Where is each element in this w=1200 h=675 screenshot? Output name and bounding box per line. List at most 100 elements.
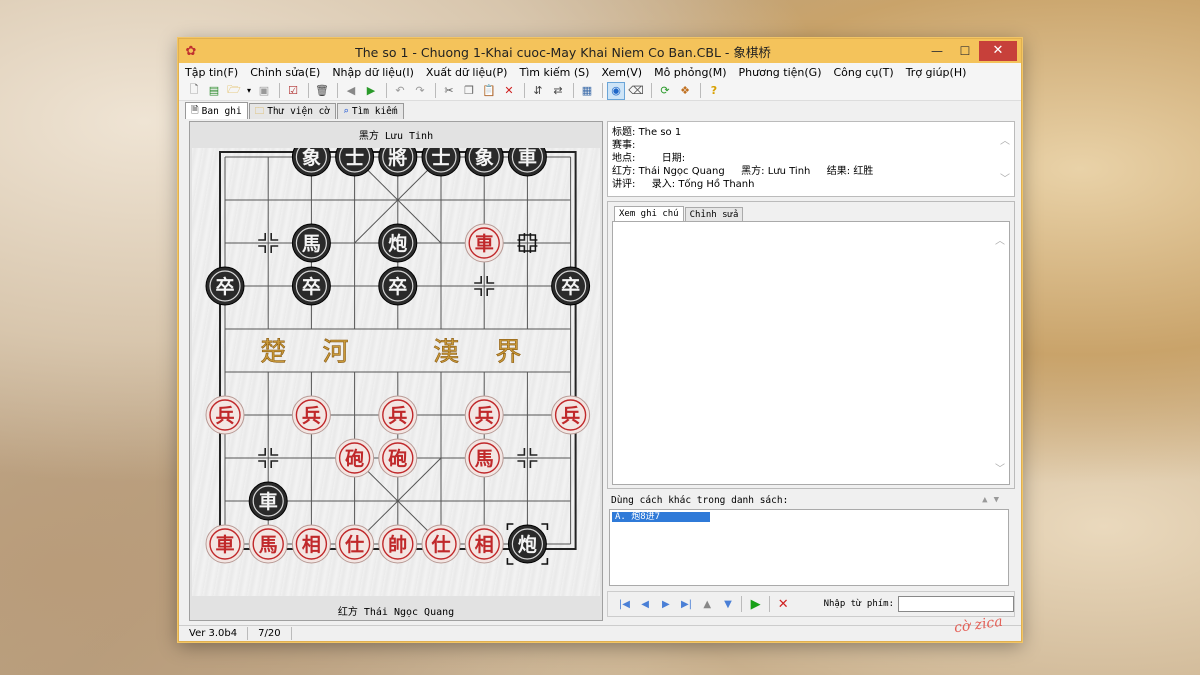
flower-icon[interactable]: ✿ xyxy=(179,44,203,59)
flip-vertical-icon[interactable]: ⇵ xyxy=(529,82,547,100)
play-icon[interactable]: ▶ xyxy=(745,597,766,612)
back-icon[interactable]: ◀ xyxy=(342,82,360,100)
red-piece[interactable]: 砲 xyxy=(378,438,418,478)
engine-icon[interactable]: ◉ xyxy=(607,81,625,100)
black-piece[interactable]: 馬 xyxy=(291,223,331,263)
black-piece[interactable]: 炮 xyxy=(507,524,547,564)
board-svg[interactable]: 楚 河漢 界象士將士象車馬炮車卒卒卒卒兵兵兵兵兵砲砲馬車車馬相仕帥仕相炮 xyxy=(192,148,600,596)
position-marker xyxy=(517,448,526,456)
tab-ban-ghi[interactable]: 🗎 Ban ghi xyxy=(185,102,248,119)
menu-media[interactable]: Phương tiện(G) xyxy=(739,66,822,79)
red-piece[interactable]: 兵 xyxy=(205,395,245,435)
title-bar[interactable]: ✿ The so 1 - Chuong 1-Khai cuoc-May Khai… xyxy=(179,39,1021,63)
keyboard-input[interactable] xyxy=(898,596,1015,612)
menu-file[interactable]: Tập tin(F) xyxy=(185,66,238,79)
maximize-button[interactable]: ☐ xyxy=(951,41,979,61)
open-folder-icon[interactable]: 🗁 xyxy=(225,82,243,100)
notes-tabs: Xem ghi chú Chỉnh sửa xyxy=(614,206,744,221)
analysis-icon[interactable]: ❖ xyxy=(676,82,694,100)
black-piece[interactable]: 車 xyxy=(507,148,547,177)
black-piece[interactable]: 卒 xyxy=(551,266,591,306)
paste-icon[interactable]: 📋 xyxy=(480,82,498,100)
black-piece[interactable]: 卒 xyxy=(291,266,331,306)
black-piece[interactable]: 士 xyxy=(421,148,461,177)
refresh-icon[interactable]: ⟳ xyxy=(656,82,674,100)
tab-tim-kiem[interactable]: ⌕ Tìm kiếm xyxy=(337,103,404,119)
red-piece[interactable]: 相 xyxy=(291,524,331,564)
notes-textarea[interactable]: ︿ ﹀ xyxy=(612,221,1010,485)
menu-help[interactable]: Trợ giúp(H) xyxy=(906,66,967,79)
scroll-up-icon[interactable]: ︿ xyxy=(995,232,1005,247)
scroll-down-icon[interactable]: ﹀ xyxy=(1000,170,1010,185)
red-piece[interactable]: 馬 xyxy=(464,438,504,478)
menu-import[interactable]: Nhập dữ liệu(I) xyxy=(332,66,414,79)
red-piece[interactable]: 車 xyxy=(205,524,245,564)
menu-view[interactable]: Xem(V) xyxy=(601,66,642,79)
redo-icon[interactable]: ↷ xyxy=(411,82,429,100)
red-piece[interactable]: 帥 xyxy=(378,524,418,564)
new-file-icon[interactable]: 🗋 xyxy=(185,82,203,100)
eraser-icon[interactable]: ⌫ xyxy=(627,82,645,100)
scroll-up-icon[interactable]: ︿ xyxy=(1000,132,1010,147)
last-icon[interactable]: ▶| xyxy=(676,599,697,610)
alternatives-list[interactable]: A. 炮8进7 xyxy=(609,509,1009,586)
close-button[interactable]: ✕ xyxy=(979,41,1017,61)
toolbar-separator xyxy=(602,83,603,98)
prev-icon[interactable]: ◀ xyxy=(635,599,656,610)
board-icon[interactable]: ▦ xyxy=(578,82,596,100)
cut-icon[interactable]: ✂ xyxy=(440,82,458,100)
game-info-panel: 标题: The so 1 赛事: 地点: 日期: 红方: Thái Ngọc Q… xyxy=(607,121,1015,197)
menu-edit[interactable]: Chỉnh sửa(E) xyxy=(250,66,320,79)
red-piece[interactable]: 車 xyxy=(464,223,504,263)
red-piece[interactable]: 相 xyxy=(464,524,504,564)
red-piece[interactable]: 兵 xyxy=(464,395,504,435)
scroll-down-icon[interactable]: ﹀ xyxy=(995,460,1005,475)
menu-tools[interactable]: Công cụ(T) xyxy=(834,66,894,79)
swap-icon[interactable]: ⇄ xyxy=(549,82,567,100)
red-piece[interactable]: 砲 xyxy=(335,438,375,478)
save-icon[interactable]: ▣ xyxy=(255,82,273,100)
menu-search[interactable]: Tìm kiếm (S) xyxy=(519,66,589,79)
edit-icon[interactable]: ☑ xyxy=(284,82,302,100)
red-piece[interactable]: 兵 xyxy=(551,395,591,435)
down-icon[interactable]: ▼ xyxy=(718,599,739,610)
piece-glyph: 車 xyxy=(475,232,494,255)
red-piece[interactable]: 仕 xyxy=(335,524,375,564)
dropdown-icon[interactable]: ▾ xyxy=(245,82,253,100)
red-piece[interactable]: 兵 xyxy=(291,395,331,435)
minimize-button[interactable]: — xyxy=(923,41,951,61)
red-piece[interactable]: 馬 xyxy=(248,524,288,564)
red-piece[interactable]: 仕 xyxy=(421,524,461,564)
tab-thu-vien-co[interactable]: 🗀 Thư viện cờ xyxy=(248,103,337,119)
tab-edit-notes[interactable]: Chỉnh sửa xyxy=(684,207,744,221)
black-piece[interactable]: 卒 xyxy=(378,266,418,306)
black-piece[interactable]: 炮 xyxy=(378,223,418,263)
undo-icon[interactable]: ↶ xyxy=(391,82,409,100)
copy-icon[interactable]: ❐ xyxy=(460,82,478,100)
red-piece[interactable]: 兵 xyxy=(378,395,418,435)
remove-icon[interactable]: ✕ xyxy=(500,82,518,100)
black-piece[interactable]: 象 xyxy=(464,148,504,177)
black-piece[interactable]: 車 xyxy=(248,481,288,521)
first-icon[interactable]: |◀ xyxy=(614,599,635,610)
xiangqi-board[interactable]: 楚 河漢 界象士將士象車馬炮車卒卒卒卒兵兵兵兵兵砲砲馬車車馬相仕帥仕相炮 xyxy=(192,148,600,596)
menu-export[interactable]: Xuất dữ liệu(P) xyxy=(426,66,508,79)
delete-icon[interactable]: 🗑 xyxy=(313,82,331,100)
tab-view-notes[interactable]: Xem ghi chú xyxy=(614,206,684,221)
help-icon[interactable]: ? xyxy=(705,82,723,100)
black-piece[interactable]: 士 xyxy=(335,148,375,177)
alternatives-label: Dùng cách khác trong danh sách: xyxy=(611,495,789,506)
next-icon[interactable]: ▶ xyxy=(655,599,676,610)
black-piece[interactable]: 象 xyxy=(291,148,331,177)
forward-icon[interactable]: ▶ xyxy=(362,82,380,100)
open-list-icon[interactable]: ▤ xyxy=(205,82,223,100)
list-item[interactable]: A. 炮8进7 xyxy=(612,512,710,522)
alt-reorder-icons[interactable]: ▲▼ xyxy=(982,495,1005,505)
piece-glyph: 相 xyxy=(302,534,321,556)
black-piece[interactable]: 將 xyxy=(378,148,418,177)
up-icon[interactable]: ▲ xyxy=(697,599,718,610)
stop-icon[interactable]: ✕ xyxy=(773,597,794,612)
menu-simulate[interactable]: Mô phỏng(M) xyxy=(654,66,726,79)
black-piece[interactable]: 卒 xyxy=(205,266,245,306)
board-panel: 黑方 Lưu Tinh 楚 河漢 界象士將士象車馬炮車卒卒卒卒兵兵兵兵兵砲砲馬車… xyxy=(189,121,603,621)
